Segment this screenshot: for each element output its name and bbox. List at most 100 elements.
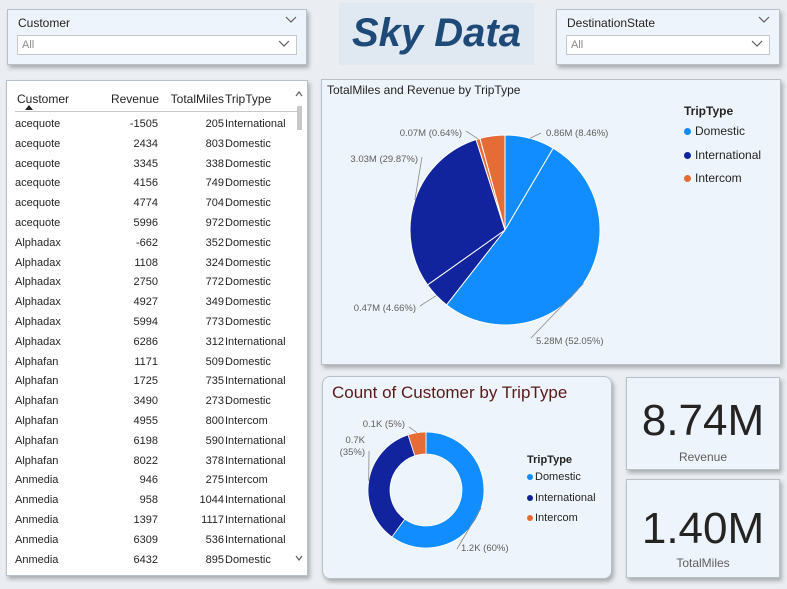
cell-triptype: Domestic	[225, 137, 271, 150]
pie-data-label: 3.03M (29.87%)	[350, 154, 418, 165]
cell-customer: Anmedia	[15, 494, 59, 507]
destination-state-slicer-title: DestinationState	[567, 16, 656, 30]
table-row[interactable]: Alphafan 6198 590 International	[15, 432, 299, 452]
cell-totalmiles: 273	[205, 395, 224, 408]
table-row[interactable]: Anmedia 1397 1117 International	[15, 511, 299, 531]
table-row[interactable]: Alphadax 2750 772 Domestic	[15, 273, 299, 293]
table-row[interactable]: Alphafan 8022 378 International	[15, 452, 299, 472]
cell-triptype: International	[225, 454, 286, 467]
pie-data-label: 0.86M (8.46%)	[546, 128, 608, 139]
table-row[interactable]: acequote 5996 972 Domestic	[15, 214, 299, 234]
cell-triptype: Domestic	[225, 157, 271, 170]
cell-revenue: 1397	[133, 514, 158, 526]
column-header-triptype[interactable]: TripType	[225, 92, 271, 106]
pie-data-label: 0.07M (0.64%)	[400, 128, 462, 139]
cell-triptype: Domestic	[225, 197, 271, 210]
revenue-card-value: 8.74M	[641, 396, 765, 445]
cell-customer: Anmedia	[15, 553, 59, 566]
cell-customer: Alphafan	[15, 415, 59, 427]
cell-totalmiles: 536	[205, 533, 224, 546]
table-row[interactable]: Alphafan 1725 735 International	[15, 372, 299, 392]
cell-triptype: Domestic	[225, 236, 271, 249]
donut-data-label: 0.7K	[345, 435, 365, 446]
cell-triptype: International	[225, 533, 286, 546]
table-row[interactable]: Alphadax 5994 773 Domestic	[15, 313, 299, 333]
cell-revenue: 1725	[133, 375, 158, 388]
revenue-card: 8.74M Revenue	[626, 377, 780, 470]
cell-triptype: Domestic	[225, 355, 271, 368]
scroll-down-icon[interactable]	[295, 555, 303, 561]
cell-customer: Alphafan	[15, 375, 59, 388]
cell-triptype: Domestic	[225, 177, 271, 190]
cell-customer: Alphafan	[15, 355, 59, 368]
scroll-up-icon[interactable]	[295, 91, 303, 97]
cell-totalmiles: 509	[205, 355, 224, 368]
cell-revenue: 3345	[133, 157, 158, 170]
cell-customer: acequote	[15, 217, 61, 229]
cell-triptype: International	[225, 434, 286, 447]
cell-revenue: 2750	[133, 276, 158, 289]
donut-chart-panel: Count of Customer by TripType TripType D…	[322, 376, 612, 579]
cell-customer: Alphadax	[15, 316, 61, 328]
customer-slicer[interactable]: Customer All	[7, 9, 307, 65]
cell-customer: Anmedia	[15, 474, 59, 487]
table-row[interactable]: acequote 4156 749 Domestic	[15, 174, 299, 194]
cell-triptype: Domestic	[225, 395, 271, 408]
donut-data-label: (35%)	[340, 447, 365, 458]
table-row[interactable]: Alphafan 4955 800 Intercom	[15, 412, 299, 432]
chevron-down-icon[interactable]	[757, 15, 771, 25]
cell-totalmiles: 803	[205, 137, 224, 150]
table-row[interactable]: Alphadax 1108 324 Domestic	[15, 254, 299, 274]
customer-dropdown[interactable]: All	[17, 35, 297, 55]
cell-customer: Alphadax	[15, 296, 61, 309]
table-row[interactable]: acequote 3345 338 Domestic	[15, 155, 299, 175]
cell-revenue: -662	[135, 236, 158, 249]
cell-triptype: Domestic	[225, 296, 271, 309]
cell-totalmiles: 895	[205, 553, 224, 566]
cell-customer: acequote	[15, 197, 61, 210]
cell-totalmiles: 349	[205, 296, 224, 309]
cell-customer: acequote	[15, 118, 61, 130]
cell-totalmiles: 205	[205, 118, 224, 130]
table-row[interactable]: Alphadax 6286 312 International	[15, 333, 299, 353]
table-row[interactable]: Alphadax -662 352 Domestic	[15, 234, 299, 254]
scrollbar-thumb[interactable]	[297, 106, 302, 130]
cell-customer: Alphafan	[15, 454, 59, 467]
column-header-revenue[interactable]: Revenue	[111, 92, 159, 106]
table-row[interactable]: acequote 2434 803 Domestic	[15, 135, 299, 155]
pie-leader-line	[419, 295, 437, 307]
table-row[interactable]: acequote 4774 704 Domestic	[15, 194, 299, 214]
cell-triptype: Intercom	[225, 415, 268, 427]
destination-state-dropdown[interactable]: All	[566, 35, 770, 55]
table-row[interactable]: Anmedia 6309 536 International	[15, 531, 299, 551]
table-header: Customer Revenue TotalMiles TripType	[15, 87, 299, 112]
cell-totalmiles: 324	[205, 256, 224, 269]
cell-revenue: -1505	[129, 118, 158, 130]
table-row[interactable]: Anmedia 958 1044 International	[15, 491, 299, 511]
cell-customer: Alphadax	[15, 236, 61, 249]
table-row[interactable]: Anmedia 6432 895 Domestic	[15, 551, 299, 571]
table-row[interactable]: Anmedia 946 275 Intercom	[15, 471, 299, 491]
cell-totalmiles: 800	[205, 415, 224, 427]
revenue-card-label: Revenue	[678, 450, 728, 464]
totalmiles-card: 1.40M TotalMiles	[626, 479, 780, 578]
destination-state-slicer[interactable]: DestinationState All	[556, 9, 780, 65]
table-row[interactable]: Alphafan 3490 273 Domestic	[15, 392, 299, 412]
column-header-totalmiles[interactable]: TotalMiles	[171, 92, 224, 106]
cell-revenue: 6432	[133, 553, 158, 566]
table-row[interactable]: Alphadax 4927 349 Domestic	[15, 293, 299, 313]
cell-triptype: International	[225, 375, 286, 388]
cell-revenue: 4156	[133, 177, 158, 190]
pie-chart: 0.86M (8.46%) 5.28M (52.05%) 0.47M (4.66%)…	[350, 128, 608, 347]
table-row[interactable]: acequote -1505 205 International	[15, 115, 299, 135]
table-scrollbar[interactable]	[294, 89, 304, 563]
pie-chart-panel: TotalMiles and Revenue by TripType TripT…	[321, 79, 781, 365]
cell-totalmiles: 704	[205, 197, 224, 210]
cell-totalmiles: 972	[205, 217, 224, 229]
chevron-down-icon[interactable]	[284, 15, 298, 25]
table-row[interactable]: Alphafan 1171 509 Domestic	[15, 353, 299, 373]
cell-triptype: International	[225, 335, 286, 348]
column-header-customer[interactable]: Customer	[17, 92, 69, 106]
cell-revenue: 4955	[133, 415, 158, 427]
cell-customer: acequote	[15, 177, 61, 190]
